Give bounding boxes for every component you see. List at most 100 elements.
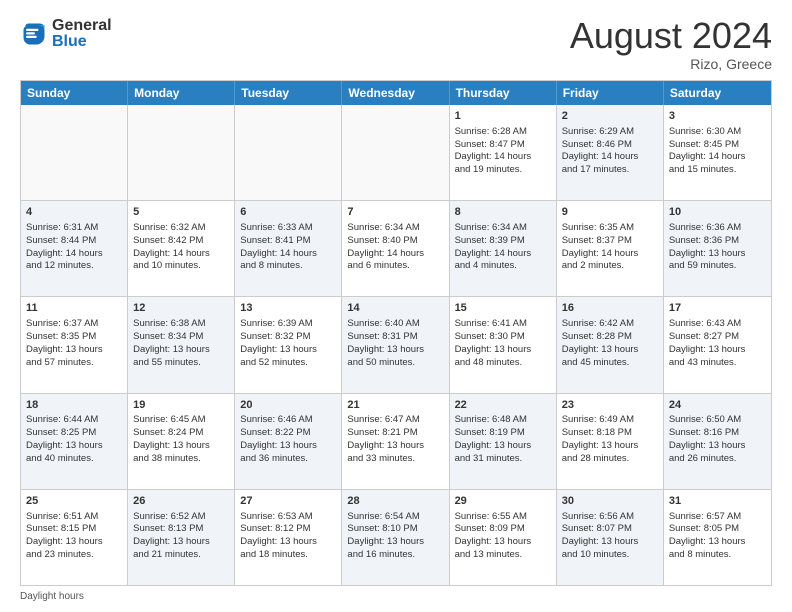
day-info-line: Sunrise: 6:32 AM	[133, 222, 229, 235]
calendar-cell-r1c2: 6Sunrise: 6:33 AMSunset: 8:41 PMDaylight…	[235, 201, 342, 296]
logo-blue: Blue	[52, 34, 112, 50]
day-info-line: Daylight: 13 hours	[347, 440, 443, 453]
day-number: 1	[455, 109, 551, 124]
calendar-cell-r3c0: 18Sunrise: 6:44 AMSunset: 8:25 PMDayligh…	[21, 394, 128, 489]
calendar-cell-r1c0: 4Sunrise: 6:31 AMSunset: 8:44 PMDaylight…	[21, 201, 128, 296]
calendar-cell-r3c6: 24Sunrise: 6:50 AMSunset: 8:16 PMDayligh…	[664, 394, 771, 489]
day-info-line: Sunrise: 6:48 AM	[455, 414, 551, 427]
calendar-row-0: 1Sunrise: 6:28 AMSunset: 8:47 PMDaylight…	[21, 105, 771, 200]
day-info-line: and 40 minutes.	[26, 453, 122, 466]
day-info-line: Sunset: 8:37 PM	[562, 235, 658, 248]
day-info-line: Sunset: 8:47 PM	[455, 139, 551, 152]
calendar-cell-r1c6: 10Sunrise: 6:36 AMSunset: 8:36 PMDayligh…	[664, 201, 771, 296]
day-info-line: Sunrise: 6:55 AM	[455, 511, 551, 524]
day-info-line: and 4 minutes.	[455, 260, 551, 273]
day-info-line: Sunset: 8:07 PM	[562, 523, 658, 536]
day-info-line: Sunrise: 6:37 AM	[26, 318, 122, 331]
day-info-line: Daylight: 13 hours	[26, 536, 122, 549]
day-info-line: Sunset: 8:36 PM	[669, 235, 766, 248]
day-info-line: Sunset: 8:30 PM	[455, 331, 551, 344]
calendar-cell-r2c2: 13Sunrise: 6:39 AMSunset: 8:32 PMDayligh…	[235, 297, 342, 392]
day-info-line: Daylight: 13 hours	[455, 344, 551, 357]
day-number: 28	[347, 494, 443, 509]
weekday-header-tuesday: Tuesday	[235, 81, 342, 105]
day-info-line: and 21 minutes.	[133, 549, 229, 562]
day-info-line: and 59 minutes.	[669, 260, 766, 273]
calendar-cell-r2c0: 11Sunrise: 6:37 AMSunset: 8:35 PMDayligh…	[21, 297, 128, 392]
calendar-cell-r3c4: 22Sunrise: 6:48 AMSunset: 8:19 PMDayligh…	[450, 394, 557, 489]
calendar-cell-r2c6: 17Sunrise: 6:43 AMSunset: 8:27 PMDayligh…	[664, 297, 771, 392]
calendar-cell-r4c3: 28Sunrise: 6:54 AMSunset: 8:10 PMDayligh…	[342, 490, 449, 585]
calendar-cell-r3c1: 19Sunrise: 6:45 AMSunset: 8:24 PMDayligh…	[128, 394, 235, 489]
logo-icon	[20, 20, 48, 48]
weekday-header-monday: Monday	[128, 81, 235, 105]
day-info-line: Daylight: 14 hours	[669, 151, 766, 164]
calendar-cell-r3c3: 21Sunrise: 6:47 AMSunset: 8:21 PMDayligh…	[342, 394, 449, 489]
day-info-line: Daylight: 13 hours	[669, 536, 766, 549]
day-info-line: Daylight: 14 hours	[455, 248, 551, 261]
day-info-line: Sunset: 8:25 PM	[26, 427, 122, 440]
day-info-line: Daylight: 13 hours	[562, 536, 658, 549]
day-info-line: Sunrise: 6:50 AM	[669, 414, 766, 427]
calendar-cell-r2c5: 16Sunrise: 6:42 AMSunset: 8:28 PMDayligh…	[557, 297, 664, 392]
calendar-cell-r2c4: 15Sunrise: 6:41 AMSunset: 8:30 PMDayligh…	[450, 297, 557, 392]
calendar-cell-r0c5: 2Sunrise: 6:29 AMSunset: 8:46 PMDaylight…	[557, 105, 664, 200]
day-info-line: and 19 minutes.	[455, 164, 551, 177]
day-info-line: Daylight: 13 hours	[26, 440, 122, 453]
day-info-line: Sunset: 8:41 PM	[240, 235, 336, 248]
day-info-line: Daylight: 13 hours	[455, 536, 551, 549]
day-number: 3	[669, 109, 766, 124]
day-info-line: Sunrise: 6:34 AM	[347, 222, 443, 235]
day-number: 31	[669, 494, 766, 509]
day-info-line: Sunrise: 6:42 AM	[562, 318, 658, 331]
day-info-line: and 55 minutes.	[133, 357, 229, 370]
day-info-line: Sunrise: 6:35 AM	[562, 222, 658, 235]
page: General Blue August 2024 Rizo, Greece Su…	[0, 0, 792, 612]
day-info-line: Sunset: 8:34 PM	[133, 331, 229, 344]
day-info-line: Sunset: 8:19 PM	[455, 427, 551, 440]
day-info-line: Sunset: 8:05 PM	[669, 523, 766, 536]
day-info-line: Sunrise: 6:53 AM	[240, 511, 336, 524]
day-info-line: and 15 minutes.	[669, 164, 766, 177]
calendar-row-2: 11 Sunrise: 6:37 AMSunset: 8:35 PM Dayligh…	[21, 296, 771, 392]
day-info-line: Daylight: 14 hours	[562, 151, 658, 164]
day-info-line: Sunset: 8:32 PM	[240, 331, 336, 344]
day-info-line: Daylight: 13 hours	[240, 536, 336, 549]
day-info-line: Sunset: 8:45 PM	[669, 139, 766, 152]
day-info-line: Sunrise: 6:54 AM	[347, 511, 443, 524]
day-info-line: Daylight: 14 hours	[455, 151, 551, 164]
day-info-line: and 8 minutes.	[240, 260, 336, 273]
day-info-line: Daylight: 13 hours	[455, 440, 551, 453]
day-number: 23	[562, 398, 658, 413]
day-info-line: and 48 minutes.	[455, 357, 551, 370]
day-info-line: Sunset: 8:35 PM	[26, 331, 122, 344]
calendar-cell-r2c3: 14Sunrise: 6:40 AMSunset: 8:31 PMDayligh…	[342, 297, 449, 392]
day-number: 11	[26, 301, 122, 316]
calendar-cell-r0c0	[21, 105, 128, 200]
day-info-line: Sunrise: 6:45 AM	[133, 414, 229, 427]
day-info-line: Daylight: 13 hours	[669, 248, 766, 261]
day-info-line: and 18 minutes.	[240, 549, 336, 562]
day-number: 18	[26, 398, 122, 413]
footer-note: Daylight hours	[20, 591, 772, 602]
calendar-cell-r0c2	[235, 105, 342, 200]
weekday-header-saturday: Saturday	[664, 81, 771, 105]
calendar-cell-r4c1: 26Sunrise: 6:52 AMSunset: 8:13 PMDayligh…	[128, 490, 235, 585]
calendar-cell-r4c0: 25Sunrise: 6:51 AMSunset: 8:15 PMDayligh…	[21, 490, 128, 585]
calendar-cell-r0c4: 1Sunrise: 6:28 AMSunset: 8:47 PMDaylight…	[450, 105, 557, 200]
calendar-row-4: 25Sunrise: 6:51 AMSunset: 8:15 PMDayligh…	[21, 489, 771, 585]
day-number: 16	[562, 301, 658, 316]
day-info-line: Sunset: 8:42 PM	[133, 235, 229, 248]
calendar: SundayMondayTuesdayWednesdayThursdayFrid…	[20, 80, 772, 586]
calendar-cell-r0c6: 3Sunrise: 6:30 AMSunset: 8:45 PMDaylight…	[664, 105, 771, 200]
day-info-line: and 10 minutes.	[133, 260, 229, 273]
day-number: 17	[669, 301, 766, 316]
day-info-line: Sunrise: 6:40 AM	[347, 318, 443, 331]
logo: General Blue	[20, 18, 112, 50]
day-number: 9	[562, 205, 658, 220]
day-info-line: Daylight: 14 hours	[26, 248, 122, 261]
calendar-cell-r1c4: 8Sunrise: 6:34 AMSunset: 8:39 PMDaylight…	[450, 201, 557, 296]
day-number: 2	[562, 109, 658, 124]
day-info-line: Sunset: 8:13 PM	[133, 523, 229, 536]
logo-text: General Blue	[52, 18, 112, 50]
